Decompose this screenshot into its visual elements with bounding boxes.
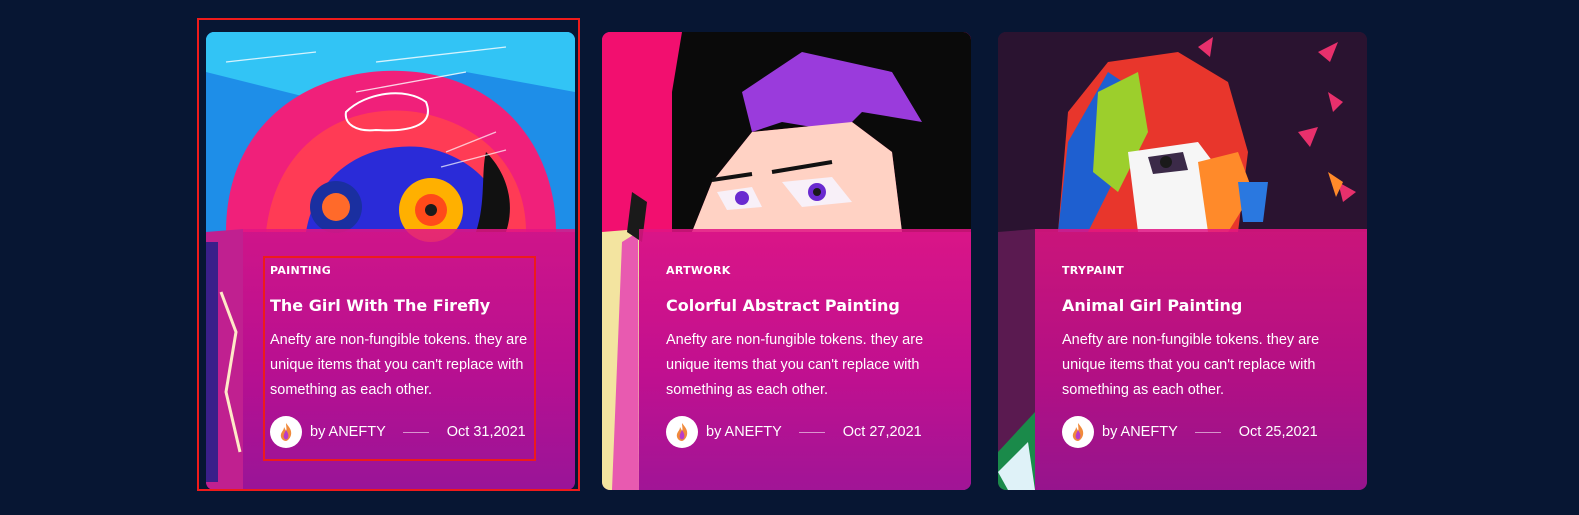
post-excerpt: Anefty are non-fungible tokens. they are…: [1062, 332, 1320, 398]
post-category[interactable]: TRYPAINT: [1062, 264, 1332, 278]
flame-icon: [280, 423, 292, 441]
blog-card-artwork[interactable]: ARTWORK Colorful Abstract Painting Aneft…: [602, 32, 971, 490]
meta-divider: [402, 431, 429, 433]
post-date: Oct 31,2021: [446, 424, 526, 440]
flame-icon: [676, 423, 688, 441]
post-meta: by ANEFTY Oct 27,2021: [666, 416, 936, 448]
post-excerpt: Anefty are non-fungible tokens. they are…: [666, 332, 924, 398]
post-category[interactable]: ARTWORK: [666, 264, 936, 278]
post-date: Oct 25,2021: [1238, 424, 1318, 440]
card-content: TRYPAINT Animal Girl Painting Anefty are…: [1062, 264, 1332, 448]
post-meta: by ANEFTY Oct 25,2021: [1062, 416, 1332, 448]
meta-divider: [1194, 431, 1221, 433]
meta-divider: [798, 431, 825, 433]
post-category[interactable]: PAINTING: [270, 264, 540, 278]
post-author[interactable]: by ANEFTY: [1102, 424, 1178, 440]
post-meta: by ANEFTY Oct 31,2021: [270, 416, 540, 448]
post-title[interactable]: Animal Girl Painting: [1062, 296, 1332, 316]
post-author[interactable]: by ANEFTY: [310, 424, 386, 440]
post-excerpt: Anefty are non-fungible tokens. they are…: [270, 332, 528, 398]
blog-card-grid: PAINTING The Girl With The Firefly Aneft…: [206, 32, 1367, 490]
author-avatar[interactable]: [270, 416, 302, 448]
blog-card-trypaint[interactable]: TRYPAINT Animal Girl Painting Anefty are…: [998, 32, 1367, 490]
post-title[interactable]: Colorful Abstract Painting: [666, 296, 936, 316]
author-avatar[interactable]: [1062, 416, 1094, 448]
blog-card-painting[interactable]: PAINTING The Girl With The Firefly Aneft…: [206, 32, 575, 490]
card-content: ARTWORK Colorful Abstract Painting Aneft…: [666, 264, 936, 448]
card-content: PAINTING The Girl With The Firefly Aneft…: [270, 264, 540, 448]
post-title[interactable]: The Girl With The Firefly: [270, 296, 540, 316]
author-avatar[interactable]: [666, 416, 698, 448]
post-date: Oct 27,2021: [842, 424, 922, 440]
flame-icon: [1072, 423, 1084, 441]
post-author[interactable]: by ANEFTY: [706, 424, 782, 440]
